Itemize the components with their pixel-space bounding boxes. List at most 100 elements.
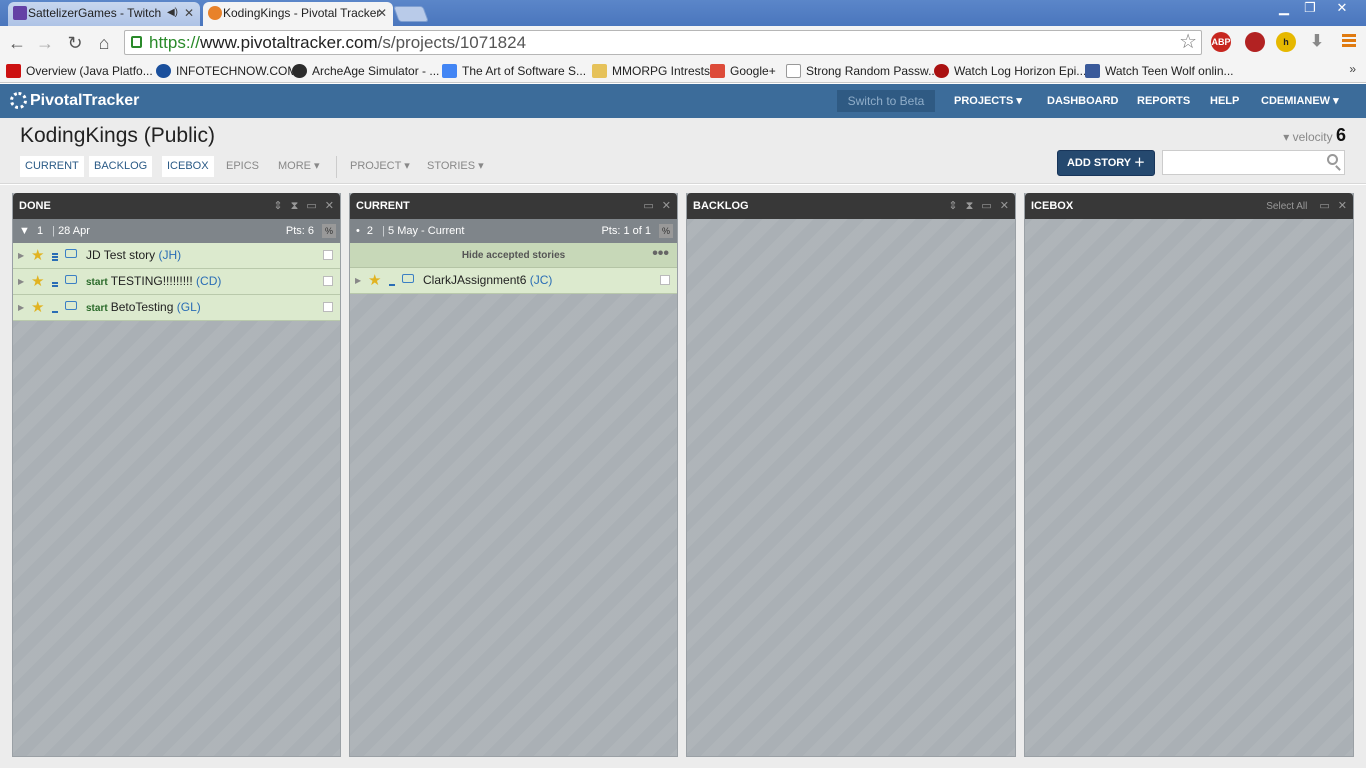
story-select-checkbox[interactable] xyxy=(660,275,670,285)
bookmark-item[interactable]: MMORPG Intrests xyxy=(592,63,710,79)
bookmark-item[interactable]: Overview (Java Platfo... xyxy=(6,63,153,79)
bookmark-star-icon[interactable]: ☆ xyxy=(1179,31,1197,53)
nav-dashboard[interactable]: DASHBOARD xyxy=(1047,94,1119,108)
search-icon[interactable] xyxy=(1327,154,1338,165)
more-options-icon[interactable]: ••• xyxy=(652,243,669,265)
comment-icon[interactable] xyxy=(65,249,77,258)
nav-help[interactable]: HELP xyxy=(1210,94,1239,108)
pivotal-favicon-icon xyxy=(208,6,222,20)
expand-story-icon[interactable]: ▶ xyxy=(18,269,24,294)
collapse-icon[interactable]: ⧗ xyxy=(291,200,299,212)
close-panel-icon[interactable]: ✕ xyxy=(662,200,671,212)
download-icon[interactable]: ⬇ xyxy=(1307,32,1327,52)
close-panel-icon[interactable]: ✕ xyxy=(325,200,334,212)
iteration-header[interactable]: • 2 | 5 May - Current Pts: 1 of 1 % xyxy=(350,219,677,243)
forward-arrow-icon[interactable]: → xyxy=(34,32,56,54)
story-select-checkbox[interactable] xyxy=(323,250,333,260)
browser-tab-twitch[interactable]: SattelizerGames - Twitch ◀) ✕ xyxy=(8,2,200,26)
menu-stories[interactable]: STORIES ▾ xyxy=(422,156,489,177)
story-row[interactable]: ▶ ★ JD Test story (JH) xyxy=(13,243,340,269)
estimate-2-icon xyxy=(52,278,58,287)
browser-tab-pivotal[interactable]: KodingKings - Pivotal Tracker ✕ xyxy=(203,2,393,26)
maximize-icon[interactable]: ▭ xyxy=(1319,200,1329,212)
iteration-header[interactable]: ▼ 1 | 28 Apr Pts: 6 % xyxy=(13,219,340,243)
story-row[interactable]: ▶ ★ start TESTING!!!!!!!!! (CD) xyxy=(13,269,340,295)
sort-icon[interactable]: ⇕ xyxy=(948,200,957,212)
tab-more[interactable]: MORE ▾ xyxy=(273,156,325,177)
nav-projects[interactable]: PROJECTS ▾ xyxy=(954,94,1022,108)
lock-icon xyxy=(131,36,142,48)
address-bar[interactable]: https://www.pivotaltracker.com/s/project… xyxy=(124,30,1202,55)
ublock-icon[interactable] xyxy=(1245,32,1265,52)
comment-icon[interactable] xyxy=(65,301,77,310)
home-icon[interactable]: ⌂ xyxy=(93,32,115,54)
add-story-button[interactable]: ADD STORY ＋ xyxy=(1057,150,1155,176)
feature-star-icon: ★ xyxy=(31,273,45,290)
collapse-triangle-icon[interactable]: ▼ xyxy=(19,225,30,237)
panel-backlog: BACKLOG ⇕ ⧗ ▭ ✕ xyxy=(686,193,1016,757)
bookmark-item[interactable]: Google+ xyxy=(710,63,776,79)
info-icon xyxy=(156,64,171,78)
velocity-indicator[interactable]: ▾ velocity 6 xyxy=(1283,125,1346,146)
tab-epics[interactable]: EPICS xyxy=(221,156,264,177)
maximize-icon[interactable]: ▭ xyxy=(643,200,653,212)
bookmark-item[interactable]: ArcheAge Simulator - ... xyxy=(292,63,439,79)
bookmark-item[interactable]: Watch Teen Wolf onlin... xyxy=(1085,63,1234,79)
adblock-icon[interactable]: ABP xyxy=(1211,32,1231,52)
estimate-1-icon xyxy=(389,277,395,286)
comment-icon[interactable] xyxy=(65,275,77,284)
close-panel-icon[interactable]: ✕ xyxy=(1338,200,1347,212)
story-row[interactable]: ▶ ★ ClarkJAssignment6 (JC) xyxy=(350,268,677,294)
close-window-button[interactable]: ✕ xyxy=(1320,0,1364,18)
tab-current[interactable]: CURRENT xyxy=(20,156,84,177)
back-arrow-icon[interactable]: ← xyxy=(6,32,28,54)
bookmark-item[interactable]: The Art of Software S... xyxy=(442,63,586,79)
tab-backlog[interactable]: BACKLOG xyxy=(89,156,153,177)
bookmark-item[interactable]: Strong Random Passw... xyxy=(786,63,938,79)
minimize-window-button[interactable]: ▁ xyxy=(1270,0,1298,18)
collapse-icon[interactable]: ⧗ xyxy=(966,200,974,212)
select-all-link[interactable]: Select All xyxy=(1266,201,1307,212)
board: DONE ⇕ ⧗ ▭ ✕ ▼ 1 | 28 Apr Pts: 6 % ▶ ★ JD T… xyxy=(0,185,1366,768)
story-title: start BetoTesting (GL) xyxy=(86,300,201,314)
story-row[interactable]: ▶ ★ start BetoTesting (GL) xyxy=(13,295,340,321)
start-button[interactable]: start xyxy=(86,303,108,314)
bookmark-item[interactable]: INFOTECHNOW.COM xyxy=(156,63,297,79)
switch-to-beta-button[interactable]: Switch to Beta xyxy=(837,90,935,112)
search-input[interactable] xyxy=(1162,150,1345,175)
percent-toggle[interactable]: % xyxy=(322,224,336,238)
close-tab-icon[interactable]: ✕ xyxy=(377,2,387,24)
bookmark-item[interactable]: Watch Log Horizon Epi... xyxy=(934,63,1086,79)
project-title: KodingKings (Public) xyxy=(20,124,215,147)
maximize-icon[interactable]: ▭ xyxy=(306,200,316,212)
iteration-date: 5 May - Current xyxy=(388,225,465,237)
expand-story-icon[interactable]: ▶ xyxy=(355,268,361,293)
close-panel-icon[interactable]: ✕ xyxy=(1000,200,1009,212)
hide-accepted-stories-button[interactable]: Hide accepted stories ••• xyxy=(350,243,677,268)
story-select-checkbox[interactable] xyxy=(323,276,333,286)
percent-toggle[interactable]: % xyxy=(659,224,673,238)
page-icon xyxy=(786,64,801,78)
hola-icon[interactable]: h xyxy=(1276,32,1296,52)
story-select-checkbox[interactable] xyxy=(323,302,333,312)
browser-menu-icon[interactable] xyxy=(1342,34,1356,49)
panel-current: CURRENT ▭ ✕ • 2 | 5 May - Current Pts: 1 … xyxy=(349,193,678,757)
comment-icon[interactable] xyxy=(402,274,414,283)
menu-project[interactable]: PROJECT ▾ xyxy=(345,156,415,177)
bookmarks-overflow-icon[interactable]: » xyxy=(1349,62,1356,76)
new-tab-button[interactable] xyxy=(393,6,429,22)
start-button[interactable]: start xyxy=(86,277,108,288)
bullet-icon: • xyxy=(356,225,360,237)
nav-reports[interactable]: REPORTS xyxy=(1137,94,1190,108)
pivotal-logo[interactable]: PivotalTracker xyxy=(10,91,139,111)
expand-story-icon[interactable]: ▶ xyxy=(18,295,24,320)
nav-user-menu[interactable]: CDEMIANEW ▾ xyxy=(1261,94,1339,108)
maximize-icon[interactable]: ▭ xyxy=(981,200,991,212)
sort-icon[interactable]: ⇕ xyxy=(273,200,282,212)
expand-story-icon[interactable]: ▶ xyxy=(18,243,24,268)
speaker-icon[interactable]: ◀) xyxy=(167,2,178,24)
tab-icebox[interactable]: ICEBOX xyxy=(162,156,214,177)
reload-icon[interactable]: ↻ xyxy=(64,32,86,54)
feature-star-icon: ★ xyxy=(31,247,45,264)
close-tab-icon[interactable]: ✕ xyxy=(184,2,194,24)
